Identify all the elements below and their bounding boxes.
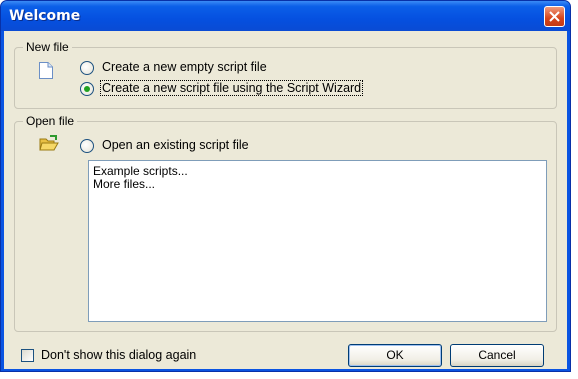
close-button[interactable] [544,6,565,27]
close-icon [549,11,560,22]
dont-show-label[interactable]: Don't show this dialog again [41,348,196,362]
ok-button[interactable]: OK [348,344,442,367]
radio-new-empty-label[interactable]: Create a new empty script file [102,60,267,74]
window-title: Welcome [9,8,81,24]
new-file-legend: New file [23,40,72,54]
radio-open-existing-label[interactable]: Open an existing script file [102,138,249,152]
new-file-group: New file Create a new empty script file … [14,40,557,109]
open-file-legend: Open file [23,114,78,128]
cancel-button[interactable]: Cancel [450,344,544,367]
new-document-icon [39,62,53,79]
dialog-body: New file Create a new empty script file … [4,31,567,369]
welcome-dialog: Welcome New file Create a new empty scri… [0,0,571,372]
recent-files-list[interactable]: Example scripts... More files... [88,160,547,322]
radio-open-existing[interactable] [80,139,94,153]
radio-new-wizard-label[interactable]: Create a new script file using the Scrip… [99,80,364,96]
open-file-group: Open file Open an existing script file E… [14,114,557,332]
radio-new-empty[interactable] [80,61,94,75]
dont-show-checkbox[interactable] [21,349,34,362]
open-folder-icon [39,135,59,151]
radio-new-wizard[interactable] [80,82,94,96]
title-bar[interactable]: Welcome [1,1,570,31]
list-item[interactable]: More files... [93,178,542,191]
list-item[interactable]: Example scripts... [93,165,542,178]
